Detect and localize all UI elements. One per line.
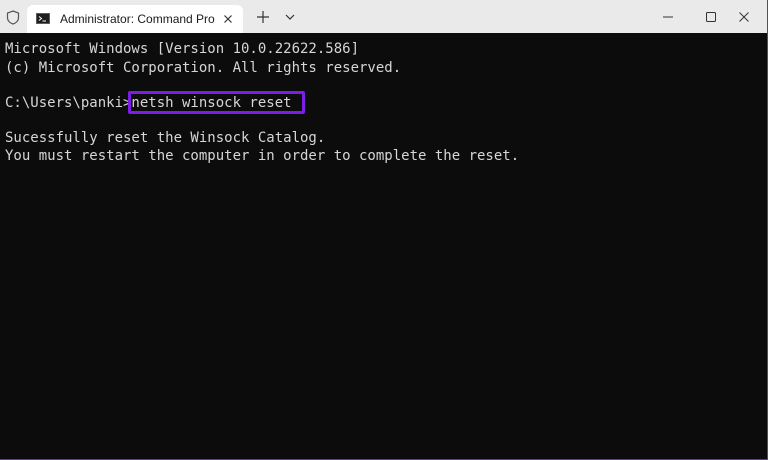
- tab-title: Administrator: Command Pro: [60, 12, 215, 26]
- console-line: Microsoft Windows [Version 10.0.22622.58…: [5, 41, 360, 57]
- close-icon: [739, 11, 749, 22]
- minimize-button[interactable]: [645, 0, 691, 33]
- console-line: You must restart the computer in order t…: [5, 148, 520, 164]
- console-output[interactable]: Microsoft Windows [Version 10.0.22622.58…: [0, 33, 767, 459]
- tab-command-prompt[interactable]: Administrator: Command Pro: [27, 5, 243, 33]
- terminal-window: Administrator: Command Pro Microsoft Win…: [0, 0, 768, 460]
- title-bar[interactable]: Administrator: Command Pro: [0, 0, 767, 33]
- close-window-button[interactable]: [721, 0, 767, 33]
- terminal-icon: [36, 13, 50, 24]
- command-highlight-box: [128, 91, 305, 114]
- minimize-icon: [663, 16, 673, 17]
- shield-icon: [6, 10, 20, 25]
- console-line: Sucessfully reset the Winsock Catalog.: [5, 130, 326, 146]
- plus-icon[interactable]: [255, 9, 271, 25]
- chevron-down-icon[interactable]: [283, 10, 297, 24]
- close-icon[interactable]: [220, 11, 236, 27]
- console-line: (c) Microsoft Corporation. All rights re…: [5, 60, 402, 76]
- maximize-icon: [706, 11, 716, 22]
